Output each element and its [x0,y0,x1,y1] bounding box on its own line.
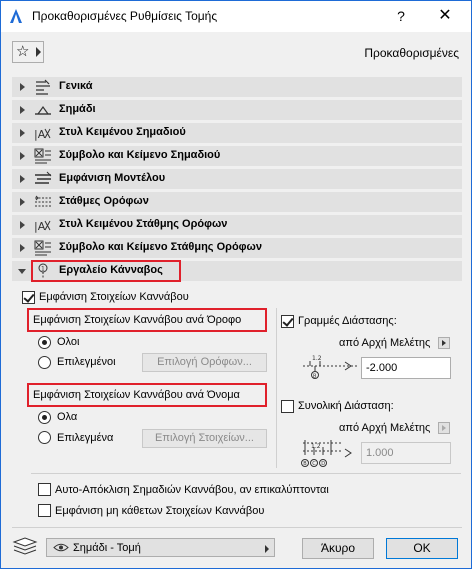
star-icon: ☆ [16,43,30,60]
symbol-text-icon [34,148,51,164]
layers-icon [12,537,38,555]
show-grid-elements-checkbox[interactable] [22,291,35,304]
help-button[interactable]: ? [381,4,421,28]
by-story-header: Εμφάνιση Στοιχείων Καννάβου ανά Όροφο [33,314,242,326]
bottom-options-divider [31,473,461,474]
panel-label: Σύμβολο και Κείμενο Στάθμης Ορόφων [59,241,262,253]
text-style-icon: |A [34,220,51,233]
story-selected-radio[interactable] [38,356,51,369]
ok-button[interactable]: ΟΚ [386,538,458,559]
grid-tool-highlight [31,260,181,282]
favorites-button[interactable]: ☆ [12,41,44,63]
cancel-button[interactable]: Άκυρο [302,538,374,559]
name-selected-radio[interactable] [38,431,51,444]
model-display-icon [35,171,52,184]
show-non-perpendicular-checkbox[interactable] [38,504,51,517]
name-all-label: Ολα [57,411,78,423]
expand-arrow-icon [20,152,25,160]
column-divider [276,308,277,468]
archicad-app-icon [10,9,22,23]
chevron-right-icon [36,47,41,57]
expand-arrow-icon [20,221,25,229]
total-origin-arrow-button[interactable] [438,422,450,434]
dimension-lines-label: Γραμμές Διάστασης: [298,315,397,327]
symbol-text-icon [34,240,51,256]
expand-arrow-icon [20,198,25,206]
total-origin-label: από Αρχή Μελέτης [339,422,431,434]
total-dimension-input[interactable]: 1.000 [361,442,451,464]
story-levels-icon [35,195,51,207]
total-dimension-checkbox[interactable] [281,400,294,413]
eye-icon [53,543,69,552]
panel-marker-text-style[interactable]: |A Στυλ Κειμένου Σημαδιού [12,123,462,143]
panel-story-levels[interactable]: Στάθμες Ορόφων [12,192,462,212]
panel-marker-symbol-text[interactable]: Σύμβολο και Κείμενο Σημαδιού [12,146,462,166]
panel-label: Στυλ Κειμένου Στάθμης Ορόφων [59,218,228,230]
name-all-radio[interactable] [38,411,51,424]
dimension-origin-arrow-button[interactable] [438,337,450,349]
select-stories-button[interactable]: Επιλογή Ορόφων... [142,353,267,372]
dimension-diagram-value: 1.2 [312,355,322,362]
expand-arrow-icon [20,244,25,252]
chevron-right-icon [265,545,269,553]
window-title: Προκαθορισμένες Ρυθμίσεις Τομής [32,9,218,23]
layer-dropdown-value: Σημάδι - Τομή [73,542,141,554]
expand-arrow-icon [20,129,25,137]
expand-arrow-icon [20,83,25,91]
dimension-lines-checkbox[interactable] [281,315,294,328]
layer-dropdown[interactable]: Σημάδι - Τομή [46,538,275,557]
panel-label: Σύμβολο και Κείμενο Σημαδιού [59,149,221,161]
auto-avoid-checkbox[interactable] [38,483,51,496]
show-non-perpendicular-label: Εμφάνιση μη κάθετων Στοιχείων Καννάβου [55,505,265,517]
panel-label: Σημάδι [59,103,96,115]
title-bar: Προκαθορισμένες Ρυθμίσεις Τομής ? ✕ [1,1,471,32]
story-all-radio[interactable] [38,336,51,349]
text-style-icon: |A [34,128,51,141]
expand-arrow-icon [20,106,25,114]
total-dimension-label: Συνολική Διάσταση: [298,400,394,412]
total-dimension-diagram: 1.2 B C D [301,440,352,467]
collapse-arrow-icon [18,269,26,274]
panel-general[interactable]: Γενικά [12,77,462,97]
expand-arrow-icon [20,175,25,183]
name-selected-label: Επιλεγμένα [57,432,114,444]
preset-label: Προκαθορισμένες [364,46,459,60]
story-all-label: Ολοι [57,336,80,348]
marker-icon [35,105,51,115]
dimension-lines-diagram: 1.2 B [303,355,357,380]
panel-story-symbol-text[interactable]: Σύμβολο και Κείμενο Στάθμης Ορόφων [12,238,462,258]
auto-avoid-label: Αυτο-Απόκλιση Σημαδιών Καννάβου, αν επικ… [55,484,329,496]
panel-marker[interactable]: Σημάδι [12,100,462,120]
panel-label: Στυλ Κειμένου Σημαδιού [59,126,186,138]
panel-label: Στάθμες Ορόφων [59,195,149,207]
dialog-window: Προκαθορισμένες Ρυθμίσεις Τομής ? ✕ ☆ Πρ… [0,0,472,569]
dimension-diagram-marker: B [313,374,317,380]
svg-text:|A: |A [34,128,46,141]
close-button[interactable]: ✕ [424,4,466,28]
total-diagram-value: 1.2 [311,443,321,450]
svg-text:|A: |A [34,220,46,233]
panel-label: Γενικά [59,80,93,92]
panel-label: Εμφάνιση Μοντέλου [59,172,166,184]
story-selected-label: Επιλεγμένοι [57,356,116,368]
panel-story-text-style[interactable]: |A Στυλ Κειμένου Στάθμης Ορόφων [12,215,462,235]
footer-divider [12,527,462,528]
show-grid-elements-label: Εμφάνιση Στοιχείων Καννάβου [39,291,189,303]
dimension-origin-label: από Αρχή Μελέτης [339,337,431,349]
total-diagram-marker-b: B [303,461,307,467]
total-diagram-marker-c: C [312,461,316,467]
general-settings-icon [36,79,50,95]
select-elements-button[interactable]: Επιλογή Στοιχείων... [142,429,267,448]
total-diagram-marker-d: D [321,461,325,467]
panel-model-display[interactable]: Εμφάνιση Μοντέλου [12,169,462,189]
dimension-offset-input[interactable]: -2.000 [361,357,451,379]
by-name-header: Εμφάνιση Στοιχείων Καννάβου ανά Όνομα [33,389,240,401]
